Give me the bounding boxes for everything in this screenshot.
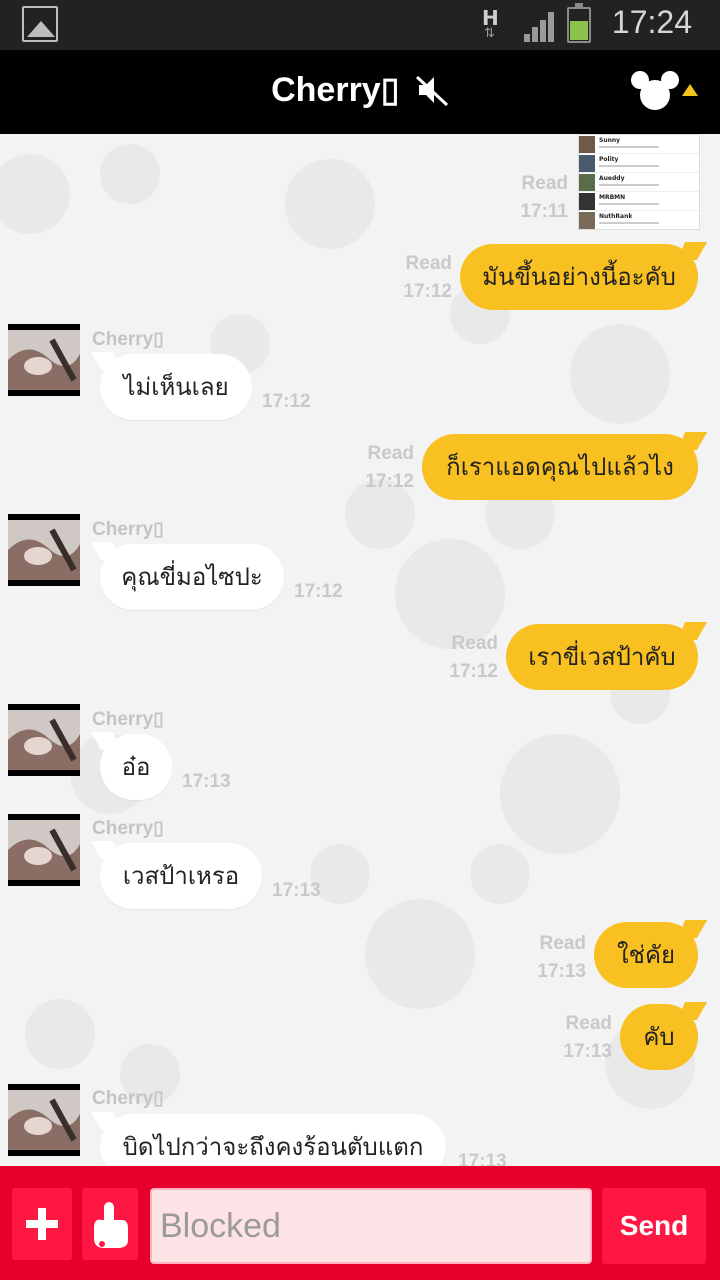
read-receipt: Read 17:13	[563, 1013, 612, 1062]
send-button[interactable]: Send	[602, 1188, 706, 1264]
hand-pointer-icon	[94, 1202, 128, 1248]
shared-screenshot-thumbnail[interactable]: Sunny Polity Aueddy MRBMN NuthRank	[578, 134, 700, 230]
outgoing-message[interactable]: ก็เราแอดคุณไปแล้วไง	[422, 434, 698, 500]
incoming-message[interactable]: คุณขี่มอไซปะ	[100, 544, 284, 610]
sticker-button[interactable]	[82, 1188, 138, 1260]
message-input-box[interactable]	[150, 1188, 592, 1264]
status-time: 17:24	[611, 4, 692, 40]
gallery-notification-icon	[22, 6, 58, 42]
message-time: 17:13	[458, 1151, 507, 1166]
signal-icon	[524, 10, 560, 42]
read-receipt: Read 17:12	[365, 443, 414, 492]
sender-name: Cherry▯	[92, 519, 164, 540]
read-receipt: Read 17:11	[520, 173, 568, 222]
triangle-up-icon[interactable]	[682, 84, 698, 96]
speaker-muted-icon	[415, 75, 448, 107]
message-time: 17:13	[272, 880, 321, 901]
avatar[interactable]	[8, 1084, 80, 1156]
avatar[interactable]	[8, 814, 80, 886]
sender-name: Cherry▯	[92, 1088, 164, 1109]
message-time: 17:13	[182, 771, 231, 792]
message-input[interactable]	[152, 1190, 590, 1262]
outgoing-message[interactable]: คับ	[620, 1004, 698, 1070]
data-activity-icon: ⇅	[484, 26, 495, 41]
avatar[interactable]	[8, 704, 80, 776]
chat-area[interactable]: Read 17:11 Sunny Polity Aueddy MRBMN Nut…	[0, 134, 720, 1166]
outgoing-message[interactable]: ใช่คัย	[594, 922, 698, 988]
mickey-icon[interactable]	[630, 70, 680, 112]
sender-name: Cherry▯	[92, 329, 164, 350]
avatar[interactable]	[8, 324, 80, 396]
read-receipt: Read 17:13	[537, 933, 586, 982]
chat-title-text: Cherry▯	[271, 71, 400, 109]
read-receipt: Read 17:12	[403, 253, 452, 302]
outgoing-message[interactable]: เราขี่เวสป้าคับ	[506, 624, 698, 690]
message-time: 17:12	[294, 581, 343, 602]
avatar[interactable]	[8, 514, 80, 586]
battery-icon	[567, 3, 591, 43]
incoming-message[interactable]: บิดไปกว่าจะถึงคงร้อนตับแตก	[100, 1114, 446, 1166]
sender-name: Cherry▯	[92, 818, 164, 839]
sender-name: Cherry▯	[92, 709, 164, 730]
incoming-message[interactable]: อ๋อ	[100, 734, 172, 800]
status-bar: H ⇅ 17:24	[0, 0, 720, 50]
outgoing-message[interactable]: มันขึ้นอย่างนี้อะคับ	[460, 244, 698, 310]
incoming-message[interactable]: ไม่เห็นเลย	[100, 354, 252, 420]
chat-header: Cherry▯	[0, 50, 720, 134]
read-receipt: Read 17:12	[449, 633, 498, 682]
incoming-message[interactable]: เวสป้าเหรอ	[100, 843, 262, 909]
chat-title[interactable]: Cherry▯	[0, 70, 720, 110]
composer-bar: Send	[0, 1166, 720, 1280]
attach-button[interactable]	[12, 1188, 72, 1260]
message-time: 17:12	[262, 391, 311, 412]
